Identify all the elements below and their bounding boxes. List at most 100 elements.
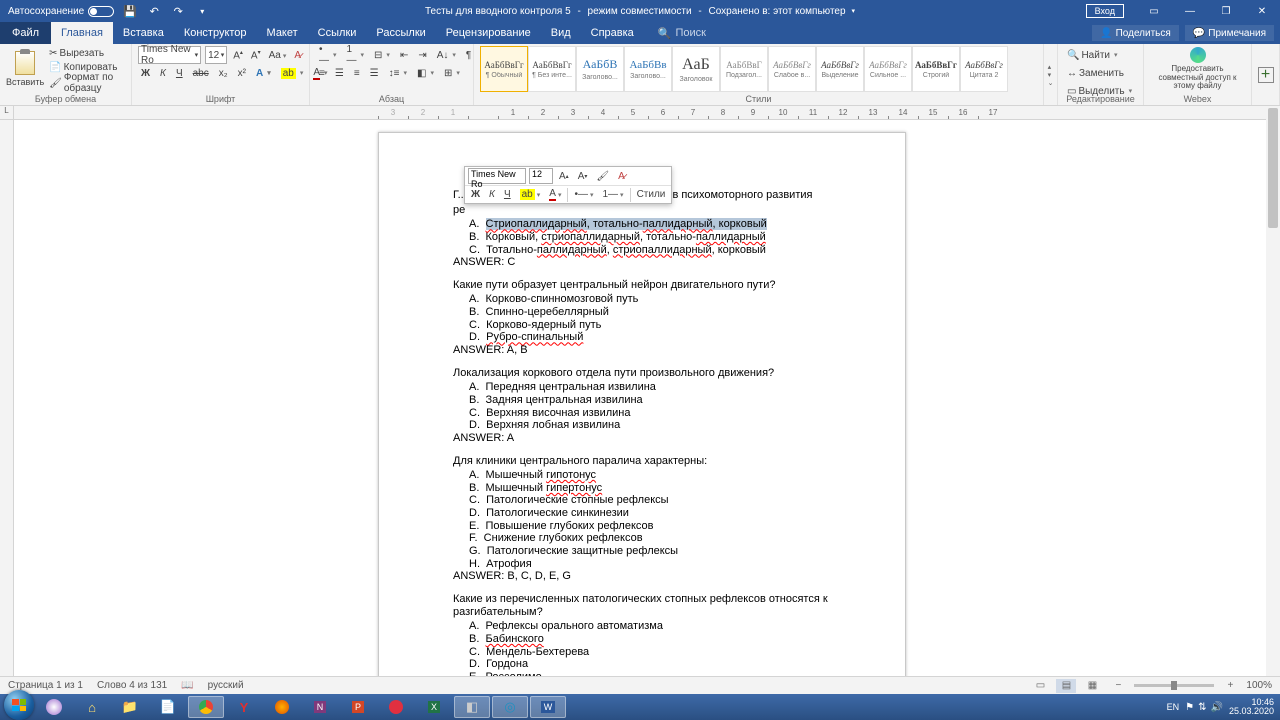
taskbar-notepad-icon[interactable]: 📄 [150,696,186,718]
strike-button[interactable]: abc [190,64,212,82]
find-button[interactable]: 🔍Найти [1064,46,1137,64]
taskbar-opera-icon[interactable] [378,696,414,718]
minimize-button[interactable]: — [1172,0,1208,22]
style-item[interactable]: АаБбВЗаголово... [576,46,624,92]
tray-network-icon[interactable]: ⇅ [1198,702,1206,713]
zoom-slider[interactable] [1134,684,1214,687]
taskbar-yandex-browser-icon[interactable]: Y [226,696,262,718]
replace-button[interactable]: ↔Заменить [1064,64,1137,82]
tab-review[interactable]: Рецензирование [436,22,541,44]
taskbar-onenote-icon[interactable]: N [302,696,338,718]
tell-me-search[interactable]: 🔍 Поиск [658,22,706,44]
undo-icon[interactable]: ↶ [146,3,162,19]
save-icon[interactable]: 💾 [122,3,138,19]
print-layout-button[interactable]: ▤ [1056,679,1076,693]
style-item[interactable]: АаБбВвГгЦитата 2 [960,46,1008,92]
change-case-button[interactable]: Aa [267,50,289,61]
font-name-select[interactable]: Times New Ro▾ [138,46,201,64]
tab-file[interactable]: Файл [0,22,51,44]
superscript-button[interactable]: x² [235,64,249,82]
style-item[interactable]: АаБбВвГгСлабое в... [768,46,816,92]
numbering-button[interactable]: 1— [344,46,368,64]
horizontal-ruler[interactable]: 3211234567891011121314151617 [14,106,1266,120]
bullets-button[interactable]: •— [316,46,340,64]
taskbar-unknown-icon[interactable]: ◧ [454,696,490,718]
zoom-out-button[interactable]: − [1108,679,1128,693]
start-button[interactable] [4,690,34,720]
highlight-button[interactable]: ab [278,64,307,82]
word-count[interactable]: Слово 4 из 131 [97,680,167,691]
taskbar-chrome-icon[interactable] [188,696,224,718]
mini-bold[interactable]: Ж [468,187,483,203]
format-painter-button[interactable]: 🖌Формат по образцу [46,74,125,92]
paste-button[interactable]: Вставить [6,46,44,92]
mini-shrink-font[interactable]: A▾ [575,168,591,184]
show-marks-button[interactable]: ¶ [463,46,474,64]
mini-size-select[interactable]: 12 [529,168,553,184]
share-button[interactable]: 👤Поделиться [1092,25,1179,41]
taskbar-app-icon[interactable]: ⌂ [74,696,110,718]
mini-grow-font[interactable]: A▴ [556,168,572,184]
taskbar-firefox-icon[interactable] [264,696,300,718]
taskbar-excel-icon[interactable]: X [416,696,452,718]
style-item[interactable]: АаБЗаголовок [672,46,720,92]
mini-italic[interactable]: К [486,187,498,203]
taskbar-app2-icon[interactable]: ◎ [492,696,528,718]
read-mode-button[interactable]: ▭ [1030,679,1050,693]
maximize-button[interactable]: ❐ [1208,0,1244,22]
spellcheck-icon[interactable]: 📖 [181,680,193,691]
italic-button[interactable]: К [157,64,169,82]
style-item[interactable]: АаБбВвГг¶ Без инте... [528,46,576,92]
close-button[interactable]: ✕ [1244,0,1280,22]
shrink-font-button[interactable]: A▾ [249,49,263,61]
mini-styles[interactable]: Стили [634,187,669,203]
redo-icon[interactable]: ↷ [170,3,186,19]
grow-font-button[interactable]: A▴ [231,49,245,61]
styles-scroll-up[interactable]: ▴ [1048,63,1054,71]
subscript-button[interactable]: x₂ [216,64,231,82]
webex-share-button[interactable]: Предоставить совместный доступ к этому ф… [1150,65,1245,90]
webex-add-button[interactable]: + [1258,67,1274,83]
shading-button[interactable]: ◧ [414,64,437,82]
mini-underline[interactable]: Ч [501,187,514,203]
sort-button[interactable]: A↓ [434,46,459,64]
mini-format-painter[interactable]: 🖌 [593,168,612,184]
underline-button[interactable]: Ч [173,64,186,82]
tray-lang[interactable]: EN [1167,702,1180,712]
tab-references[interactable]: Ссылки [308,22,367,44]
font-size-select[interactable]: 12▾ [205,46,227,64]
document-page[interactable]: Г... ...................................… [378,132,906,688]
tray-volume-icon[interactable]: 🔊 [1211,702,1223,713]
scroll-thumb[interactable] [1268,108,1278,228]
style-item[interactable]: АаБбВвГПодзагол... [720,46,768,92]
tab-mailings[interactable]: Рассылки [366,22,435,44]
zoom-in-button[interactable]: + [1220,679,1240,693]
increase-indent-button[interactable]: ⇥ [415,46,429,64]
justify-button[interactable]: ☰ [367,64,382,82]
style-item[interactable]: АаБбВвГгВыделение [816,46,864,92]
tray-date[interactable]: 25.03.2020 [1229,707,1274,716]
mini-bullets[interactable]: •— [571,187,596,203]
taskbar-yandex-icon[interactable] [36,696,72,718]
mini-font-select[interactable]: Times New Ro [468,168,526,184]
style-item[interactable]: АаБбВвГгСтрогий [912,46,960,92]
web-layout-button[interactable]: ▦ [1082,679,1102,693]
text-effects-button[interactable]: A [253,64,274,82]
ribbon-display-icon[interactable]: ▭ [1136,0,1172,22]
cut-button[interactable]: ✂Вырезать [46,46,125,60]
styles-gallery[interactable]: АаБбВвГг¶ ОбычныйАаБбВвГг¶ Без инте...Аа… [480,46,1037,92]
tab-help[interactable]: Справка [581,22,644,44]
autosave-toggle[interactable]: Автосохранение [8,6,114,17]
multilevel-button[interactable]: ⊟ [371,46,393,64]
tab-insert[interactable]: Вставка [113,22,174,44]
align-center-button[interactable]: ☰ [332,64,347,82]
style-item[interactable]: АаБбВвЗаголово... [624,46,672,92]
style-item[interactable]: АаБбВвГг¶ Обычный [480,46,528,92]
style-item[interactable]: АаБбВвГгСильное ... [864,46,912,92]
bold-button[interactable]: Ж [138,64,153,82]
tray-flag-icon[interactable]: ⚑ [1185,702,1194,713]
mini-highlight[interactable]: ab [517,187,544,203]
taskbar-explorer-icon[interactable]: 📁 [112,696,148,718]
taskbar-powerpoint-icon[interactable]: P [340,696,376,718]
borders-button[interactable]: ⊞ [441,64,463,82]
